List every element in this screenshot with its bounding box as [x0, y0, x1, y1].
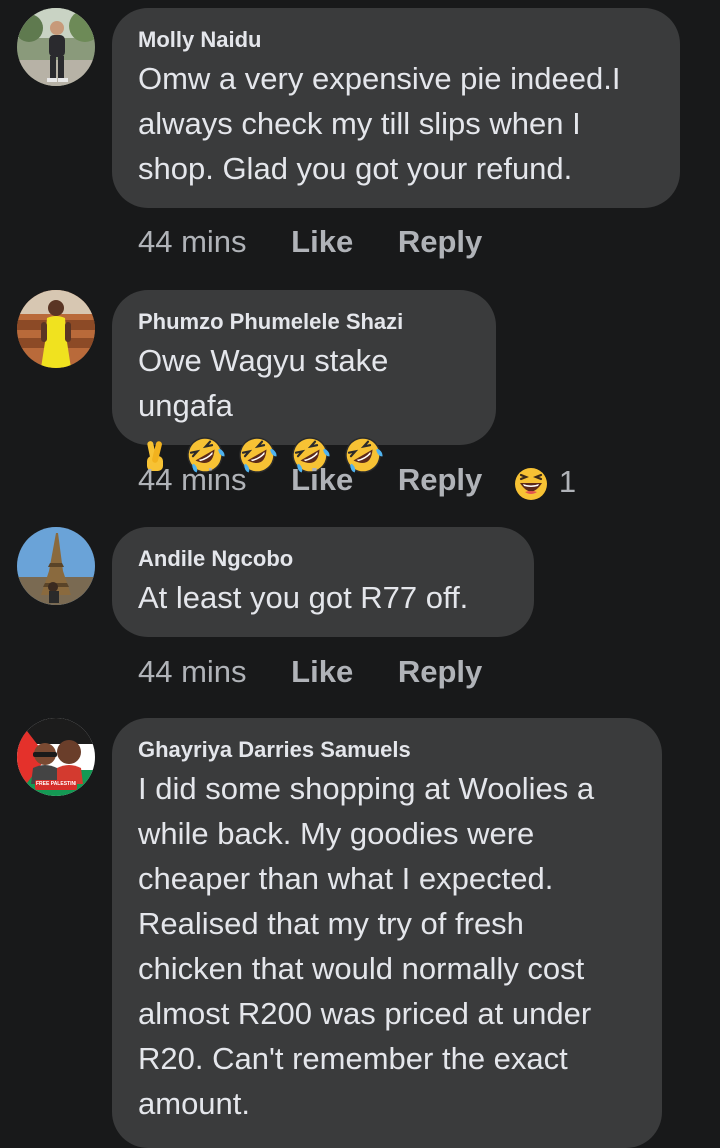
comment-bubble: Ghayriya Darries Samuels I did some shop… — [112, 718, 662, 1148]
comment-text: Omw a very expensive pie indeed.I always… — [138, 61, 621, 186]
reply-button[interactable]: Reply — [398, 222, 482, 262]
comment-author[interactable]: Andile Ngcobo — [138, 546, 508, 572]
comment-actions: 44 mins Like Reply — [138, 222, 482, 262]
comment-text: I did some shopping at Woolies a while b… — [138, 771, 595, 1121]
comment-author[interactable]: Phumzo Phumelele Shazi — [138, 309, 470, 335]
avatar[interactable]: FREE PALESTINE — [17, 718, 95, 796]
comment-bubble: Phumzo Phumelele Shazi Owe Wagyu stake u… — [112, 290, 496, 473]
comment-bubble: Molly Naidu Omw a very expensive pie ind… — [112, 8, 680, 208]
avatar-photo-icon — [17, 290, 95, 368]
reply-button[interactable]: Reply — [398, 460, 482, 500]
avatar[interactable] — [17, 8, 95, 86]
avatar-badge-text: FREE PALESTINE — [36, 781, 76, 787]
like-button[interactable]: Like — [291, 460, 353, 500]
comment-actions: 44 mins Like Reply — [138, 652, 482, 692]
reaction-summary[interactable] — [513, 462, 549, 502]
laughing-reaction-icon — [514, 467, 547, 500]
comment-text-line: ungafa — [138, 388, 233, 423]
comment-timestamp[interactable]: 44 mins — [138, 222, 247, 262]
comment-text: At least you got R77 off. — [138, 580, 469, 615]
avatar[interactable] — [17, 290, 95, 368]
comment-text-line: Owe Wagyu stake — [138, 343, 389, 378]
comment-author[interactable]: Molly Naidu — [138, 27, 654, 53]
avatar-photo-icon — [17, 8, 95, 86]
comment-bubble: Andile Ngcobo At least you got R77 off. — [112, 527, 534, 637]
comment-actions: 44 mins Like Reply 1 — [138, 460, 576, 502]
comment-text: Owe Wagyu stake ungafa — [138, 338, 470, 475]
like-button[interactable]: Like — [291, 222, 353, 262]
avatar-photo-icon — [17, 527, 95, 605]
like-button[interactable]: Like — [291, 652, 353, 692]
reply-button[interactable]: Reply — [398, 652, 482, 692]
comment-author[interactable]: Ghayriya Darries Samuels — [138, 737, 636, 763]
avatar[interactable] — [17, 527, 95, 605]
comment-timestamp[interactable]: 44 mins — [138, 652, 247, 692]
comment-timestamp[interactable]: 44 mins — [138, 460, 247, 500]
reaction-count[interactable]: 1 — [559, 462, 576, 502]
